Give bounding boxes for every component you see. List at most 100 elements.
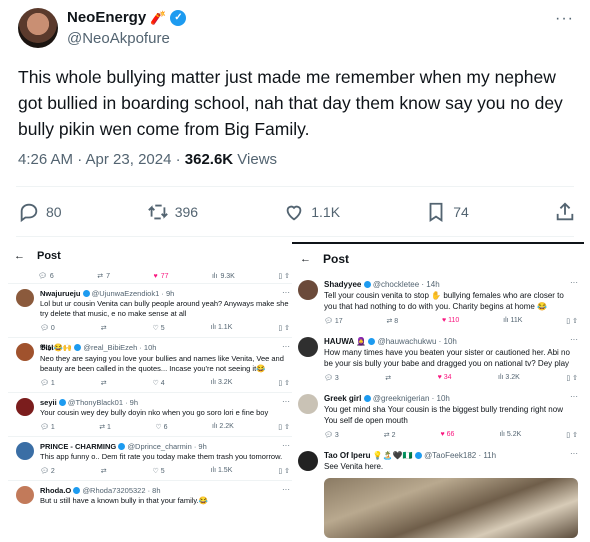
reply-author-name[interactable]: 𝕭𝖎𝖇𝖎😂🙌	[40, 343, 72, 352]
reply-count[interactable]: 💬︎ 0	[40, 324, 55, 334]
like-count[interactable]: ♥ 34	[438, 374, 452, 384]
view-count[interactable]: ılı 3.2K	[498, 374, 520, 384]
reply-item[interactable]: Rhoda.O @Rhoda73205322 · 8h But u still …	[8, 480, 296, 509]
bookmark-button[interactable]: 74	[425, 201, 469, 223]
view-count[interactable]: ılı 1.5K	[211, 467, 233, 477]
repost-button[interactable]: 396	[147, 201, 198, 223]
verified-badge-icon[interactable]: ✓	[170, 9, 187, 26]
reply-author-name[interactable]: HAUWA 🧕	[324, 337, 366, 346]
reply-author-name[interactable]: seyii	[40, 398, 57, 407]
bookmark-icon[interactable]: ▯ ⇧	[278, 423, 290, 433]
tweet-timestamp[interactable]: 4:26 AM · Apr 23, 2024 ·	[18, 151, 185, 168]
reply-avatar[interactable]	[298, 394, 318, 414]
like-button[interactable]: 1.1K	[283, 201, 340, 223]
like-count[interactable]: ♡ 4	[153, 379, 165, 389]
reply-text: How many times have you beaten your sist…	[324, 348, 570, 368]
reply-item[interactable]: Tao Of Iperu 💡🏝️🖤🇳🇬 @TaoFeek182 · 11h Se…	[292, 445, 584, 541]
repost-count[interactable]: ⇄	[101, 379, 107, 389]
share-button[interactable]	[554, 201, 576, 223]
reply-avatar[interactable]	[16, 398, 34, 416]
reply-handle-time[interactable]: @Dprince_charmin · 9h	[127, 442, 206, 451]
bookmark-icon[interactable]: ▯ ⇧	[566, 431, 578, 441]
more-options-icon[interactable]: ···	[570, 335, 578, 344]
reply-item[interactable]: 𝕭𝖎𝖇𝖎😂🙌 @real_BibiEzeh · 10h Neo they are…	[8, 337, 296, 392]
more-options-icon[interactable]: ···	[282, 342, 290, 351]
reply-item[interactable]: Nwajurueju @UjunwaEzendiok1 · 9h Lol but…	[8, 283, 296, 337]
reply-author-name[interactable]: Tao Of Iperu 💡🏝️🖤🇳🇬	[324, 451, 413, 460]
reply-handle-time[interactable]: @TaoFeek182 · 11h	[424, 451, 496, 460]
reply-item[interactable]: PRINCE - CHARMING @Dprince_charmin · 9h …	[8, 436, 296, 480]
more-options-icon[interactable]: ···	[570, 449, 578, 458]
reply-handle-time[interactable]: @ThonyBlack01 · 9h	[68, 398, 138, 407]
repost-count[interactable]: ⇄	[385, 374, 391, 384]
reply-count[interactable]: 💬︎ 3	[324, 431, 339, 441]
reply-avatar[interactable]	[16, 289, 34, 307]
reply-item[interactable]: seyii @ThonyBlack01 · 9h Your cousin wey…	[8, 392, 296, 436]
reply-handle-time[interactable]: @UjunwaEzendiok1 · 9h	[92, 289, 175, 298]
reply-avatar[interactable]	[16, 442, 34, 460]
reply-author-name[interactable]: Greek girl	[324, 394, 361, 403]
like-count[interactable]: ♡ 5	[153, 324, 165, 334]
repost-count[interactable]: ⇄ 8	[386, 317, 398, 327]
reply-author-name[interactable]: PRINCE - CHARMING	[40, 442, 116, 451]
more-options-icon[interactable]: ···	[555, 10, 574, 28]
reply-avatar[interactable]	[16, 343, 34, 361]
reply-handle-time[interactable]: @real_BibiEzeh · 10h	[83, 343, 156, 352]
reply-button[interactable]: 80	[18, 201, 62, 223]
reply-text: This app funny o.. Dem fit rate you toda…	[40, 452, 283, 461]
more-options-icon[interactable]: ···	[282, 441, 290, 450]
repost-count[interactable]: ⇄ 2	[384, 431, 396, 441]
more-options-icon[interactable]: ···	[282, 485, 290, 494]
reply-handle-time[interactable]: @greeknigerian · 10h	[373, 394, 450, 403]
like-count[interactable]: ♡ 6	[155, 423, 167, 433]
more-options-icon[interactable]: ···	[570, 392, 578, 401]
more-options-icon[interactable]: ···	[282, 288, 290, 297]
reply-avatar[interactable]	[298, 451, 318, 471]
back-arrow-icon: ←	[300, 253, 311, 265]
reply-avatar[interactable]	[298, 337, 318, 357]
bookmark-icon[interactable]: ▯ ⇧	[278, 467, 290, 477]
bookmark-icon[interactable]: ▯ ⇧	[278, 324, 290, 334]
reply-count[interactable]: 💬︎ 17	[324, 317, 343, 327]
reply-media-image[interactable]	[324, 478, 578, 538]
bookmark-stat-icon: ▯ ⇧	[278, 273, 290, 280]
reply-handle-time[interactable]: @Rhoda73205322 · 8h	[82, 486, 160, 495]
author-avatar[interactable]	[18, 8, 58, 48]
view-count[interactable]: ılı 2.2K	[212, 423, 234, 433]
reply-author-name[interactable]: Shadyyee	[324, 280, 361, 289]
more-options-icon[interactable]: ···	[570, 278, 578, 287]
repost-count[interactable]: ⇄	[101, 467, 107, 477]
author-display-name[interactable]: NeoEnergy	[67, 9, 146, 26]
like-count[interactable]: ♡ 5	[153, 467, 165, 477]
bookmark-icon[interactable]: ▯ ⇧	[278, 379, 290, 389]
view-count[interactable]: ılı 5.2K	[499, 431, 521, 441]
verified-badge-icon	[73, 487, 81, 494]
repost-count[interactable]: ⇄	[101, 324, 107, 334]
reply-handle-time[interactable]: @chockletee · 14h	[373, 280, 440, 289]
repost-count[interactable]: ⇄ 1	[99, 423, 111, 433]
reply-author-name[interactable]: Rhoda.O	[40, 486, 71, 495]
reply-author-name[interactable]: Nwajurueju	[40, 289, 80, 298]
like-count[interactable]: ♥ 66	[441, 431, 455, 441]
reply-count[interactable]: 💬︎ 3	[324, 374, 339, 384]
reply-item[interactable]: Greek girl @greeknigerian · 10h You get …	[292, 388, 584, 445]
reply-avatar[interactable]	[298, 280, 318, 300]
view-count[interactable]: ılı 11K	[503, 317, 522, 327]
bookmark-icon[interactable]: ▯ ⇧	[566, 374, 578, 384]
author-handle[interactable]: @NeoAkpofure	[67, 30, 170, 47]
reply-count: 80	[46, 204, 62, 220]
like-count[interactable]: ♥ 110	[442, 317, 459, 327]
more-options-icon[interactable]: ···	[282, 397, 290, 406]
reply-text: Tell your cousin venita to stop ✋ bullyi…	[324, 291, 564, 311]
view-count[interactable]: ılı 1.1K	[211, 324, 233, 334]
reply-count[interactable]: 💬︎ 1	[40, 379, 55, 389]
reply-item[interactable]: HAUWA 🧕 @hauwachukwu · 10h How many time…	[292, 331, 584, 388]
reply-count[interactable]: 💬︎ 2	[40, 467, 55, 477]
reply-avatar[interactable]	[16, 486, 34, 504]
reply-handle-time[interactable]: @hauwachukwu · 10h	[378, 337, 457, 346]
reply-count[interactable]: 💬︎ 1	[40, 423, 55, 433]
bookmark-icon[interactable]: ▯ ⇧	[566, 317, 578, 327]
reply-item[interactable]: Shadyyee @chockletee · 14h Tell your cou…	[292, 274, 584, 331]
reply-body: PRINCE - CHARMING @Dprince_charmin · 9h …	[40, 442, 290, 477]
view-count[interactable]: ılı 3.2K	[211, 379, 233, 389]
